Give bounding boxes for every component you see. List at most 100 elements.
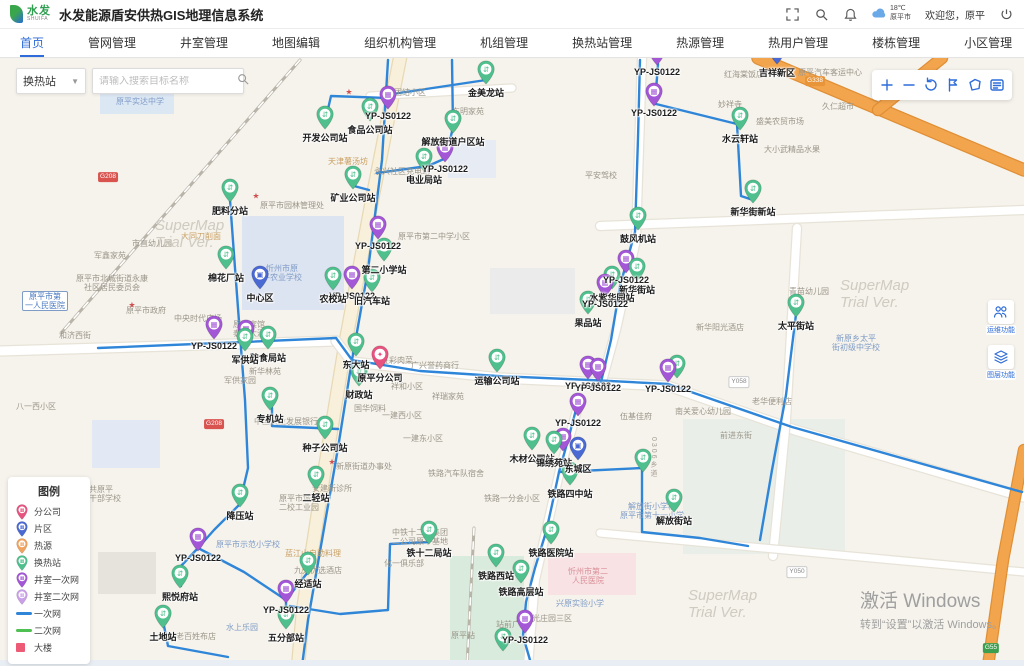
logout-icon[interactable] (999, 7, 1014, 22)
nav-tab-热用户管理[interactable]: 热用户管理 (768, 29, 828, 57)
layers-icon (993, 349, 1009, 365)
marker-station-运输公司站[interactable]: ⇵ (488, 348, 506, 378)
nav-tab-换热站管理[interactable]: 换热站管理 (572, 29, 632, 57)
nav-tab-机组管理[interactable]: 机组管理 (480, 29, 528, 57)
marker-station-开发公司站[interactable]: ⇵ (316, 105, 334, 135)
marker-well-YP-JS0122[interactable]: ▦ (569, 392, 587, 422)
marker-station-经适站[interactable]: ⇵ (299, 551, 317, 581)
marker-station-果品站[interactable]: ⇵ (579, 290, 597, 320)
side-tool-运维功能[interactable]: 运维功能 (986, 300, 1016, 335)
marker-station-铁路西站[interactable]: ⇵ (487, 543, 505, 573)
marker-station-电业局站[interactable]: ⇵ (415, 147, 433, 177)
marker-well-YP-JS0122[interactable]: ▦ (516, 609, 534, 639)
map-toolbar (872, 70, 1012, 100)
marker-station-铁路高层站[interactable]: ⇵ (512, 559, 530, 589)
marker-station-水云轩站[interactable]: ⇵ (731, 106, 749, 136)
marker-station-新华街新站[interactable]: ⇵ (744, 179, 762, 209)
search-category-select[interactable]: 换热站 ▼ (16, 68, 86, 94)
nav-tab-管网管理[interactable]: 管网管理 (88, 29, 136, 57)
marker-well-YP-JS0122[interactable]: ▦ (596, 273, 614, 303)
marker-station-种子公司站[interactable]: ⇵ (316, 415, 334, 445)
poi-star-icon: ★ (252, 192, 259, 201)
marker-well-YP-JS0122[interactable]: ▦ (648, 58, 666, 71)
zoom-in-button[interactable] (876, 74, 898, 96)
marker-station-铁路四中站[interactable]: ⇵ (561, 461, 579, 491)
poi-star-icon: ★ (345, 88, 352, 97)
marker-well-YP-JS0122[interactable]: ▦ (343, 265, 361, 295)
nav-tab-热源管理[interactable]: 热源管理 (676, 29, 724, 57)
marker-station-锦绣苑站[interactable]: ⇵ (545, 430, 563, 460)
legend-item-换热站: ▦换热站 (16, 554, 82, 571)
marker-district-吉祥新区[interactable]: ▣ (768, 58, 786, 70)
marker-station-降压站[interactable]: ⇵ (231, 483, 249, 513)
marker-well-YP-JS0122[interactable]: ▦ (589, 357, 607, 387)
marker-well-YP-JS0122[interactable]: ▦ (205, 315, 223, 345)
marker-station-专机站[interactable]: ⇵ (261, 386, 279, 416)
marker-well-YP-JS0122[interactable]: ▦ (436, 138, 454, 168)
marker-station-铁十二局站[interactable]: ⇵ (420, 520, 438, 550)
nav-tab-小区管理[interactable]: 小区管理 (964, 29, 1012, 57)
marker-station-第二小学站[interactable]: ⇵ (375, 237, 393, 267)
map-canvas[interactable]: 原平实达中学团结小区东明家苑妙祥寺红海棠饭店原平汽车客运中心久仁超市盛美农贸市场… (0, 58, 1024, 666)
marker-station-肥料分站[interactable]: ⇵ (221, 178, 239, 208)
marker-branch-原平分公司[interactable]: ✦ (371, 345, 389, 375)
marker-station-鼓风机站[interactable]: ⇵ (629, 206, 647, 236)
marker-station-土地站[interactable]: ⇵ (154, 604, 172, 634)
marker-station-矿业公司站[interactable]: ⇵ (344, 165, 362, 195)
nav-tab-地图编辑[interactable]: 地图编辑 (272, 29, 320, 57)
legend-label: 热源 (34, 539, 52, 552)
marker-station-铁路医院站[interactable]: ⇵ (542, 520, 560, 550)
bell-icon[interactable] (843, 7, 858, 22)
search-icon[interactable] (814, 7, 829, 22)
svg-text:⇵: ⇵ (640, 453, 647, 462)
layer-list-button[interactable] (986, 74, 1008, 96)
marker-station-东大站[interactable]: ⇵ (347, 332, 365, 362)
marker-station-食品公司站[interactable]: ⇵ (361, 97, 379, 127)
marker-station-金美龙站[interactable]: ⇵ (477, 60, 495, 90)
legend-swatch: ▦ (16, 572, 34, 588)
marker-station[interactable]: ⇵ (494, 627, 512, 657)
nav-tab-首页[interactable]: 首页 (20, 29, 44, 57)
marker-well-YP-JS0122[interactable]: ▦ (189, 527, 207, 557)
search-input[interactable] (93, 76, 237, 87)
marker-well-YP-JS0122[interactable]: ▦ (659, 358, 677, 388)
marker-station-解放街道户区站[interactable]: ⇵ (444, 109, 462, 139)
fullscreen-icon[interactable] (785, 7, 800, 22)
svg-text:⇵: ⇵ (283, 610, 290, 619)
measure-button[interactable] (942, 74, 964, 96)
marker-station-木材公司站[interactable]: ⇵ (523, 426, 541, 456)
reset-icon (923, 77, 939, 93)
marker-well-YP-JS0122[interactable]: ▦ (379, 85, 397, 115)
reset-button[interactable] (920, 74, 942, 96)
marker-well-YP-JS0122[interactable]: ▦ (645, 82, 663, 112)
side-tool-图层功能[interactable]: 图层功能 (986, 345, 1016, 380)
marker-station-太平街站[interactable]: ⇵ (787, 293, 805, 323)
search-submit-icon[interactable] (237, 72, 249, 90)
svg-text:▦: ▦ (348, 270, 355, 279)
svg-text:⇵: ⇵ (265, 330, 272, 339)
marker-station-军供站[interactable]: ⇵ (236, 327, 254, 357)
marker-station[interactable]: ⇵ (634, 448, 652, 478)
marker-station-棉花厂站[interactable]: ⇵ (217, 245, 235, 275)
marker-station-二轻站[interactable]: ⇵ (307, 465, 325, 495)
svg-text:▣: ▣ (574, 441, 581, 450)
svg-text:▦: ▦ (210, 320, 217, 329)
marker-station-财政站[interactable]: ⇵ (350, 362, 368, 392)
marker-station-新华街站[interactable]: ⇵ (628, 257, 646, 287)
legend-item-热源: ▦热源 (16, 537, 82, 554)
area-select-button[interactable] (964, 74, 986, 96)
svg-text:⇵: ⇵ (483, 65, 490, 74)
marker-station-熙悦府站[interactable]: ⇵ (171, 564, 189, 594)
nav-tab-井室管理[interactable]: 井室管理 (180, 29, 228, 57)
marker-station-五分部站[interactable]: ⇵ (277, 605, 295, 635)
marker-district-中心区[interactable]: ▣ (251, 265, 269, 295)
marker-station-农校站[interactable]: ⇵ (324, 266, 342, 296)
nav-tab-楼栋管理[interactable]: 楼栋管理 (872, 29, 920, 57)
legend-swatch (16, 643, 34, 652)
marker-station-解放街站[interactable]: ⇵ (665, 488, 683, 518)
zoom-out-button[interactable] (898, 74, 920, 96)
marker-station-旧汽车站[interactable]: ⇵ (363, 268, 381, 298)
svg-text:▦: ▦ (282, 584, 289, 593)
nav-tab-组织机构管理[interactable]: 组织机构管理 (364, 29, 436, 57)
marker-station-粮食局站[interactable]: ⇵ (259, 325, 277, 355)
